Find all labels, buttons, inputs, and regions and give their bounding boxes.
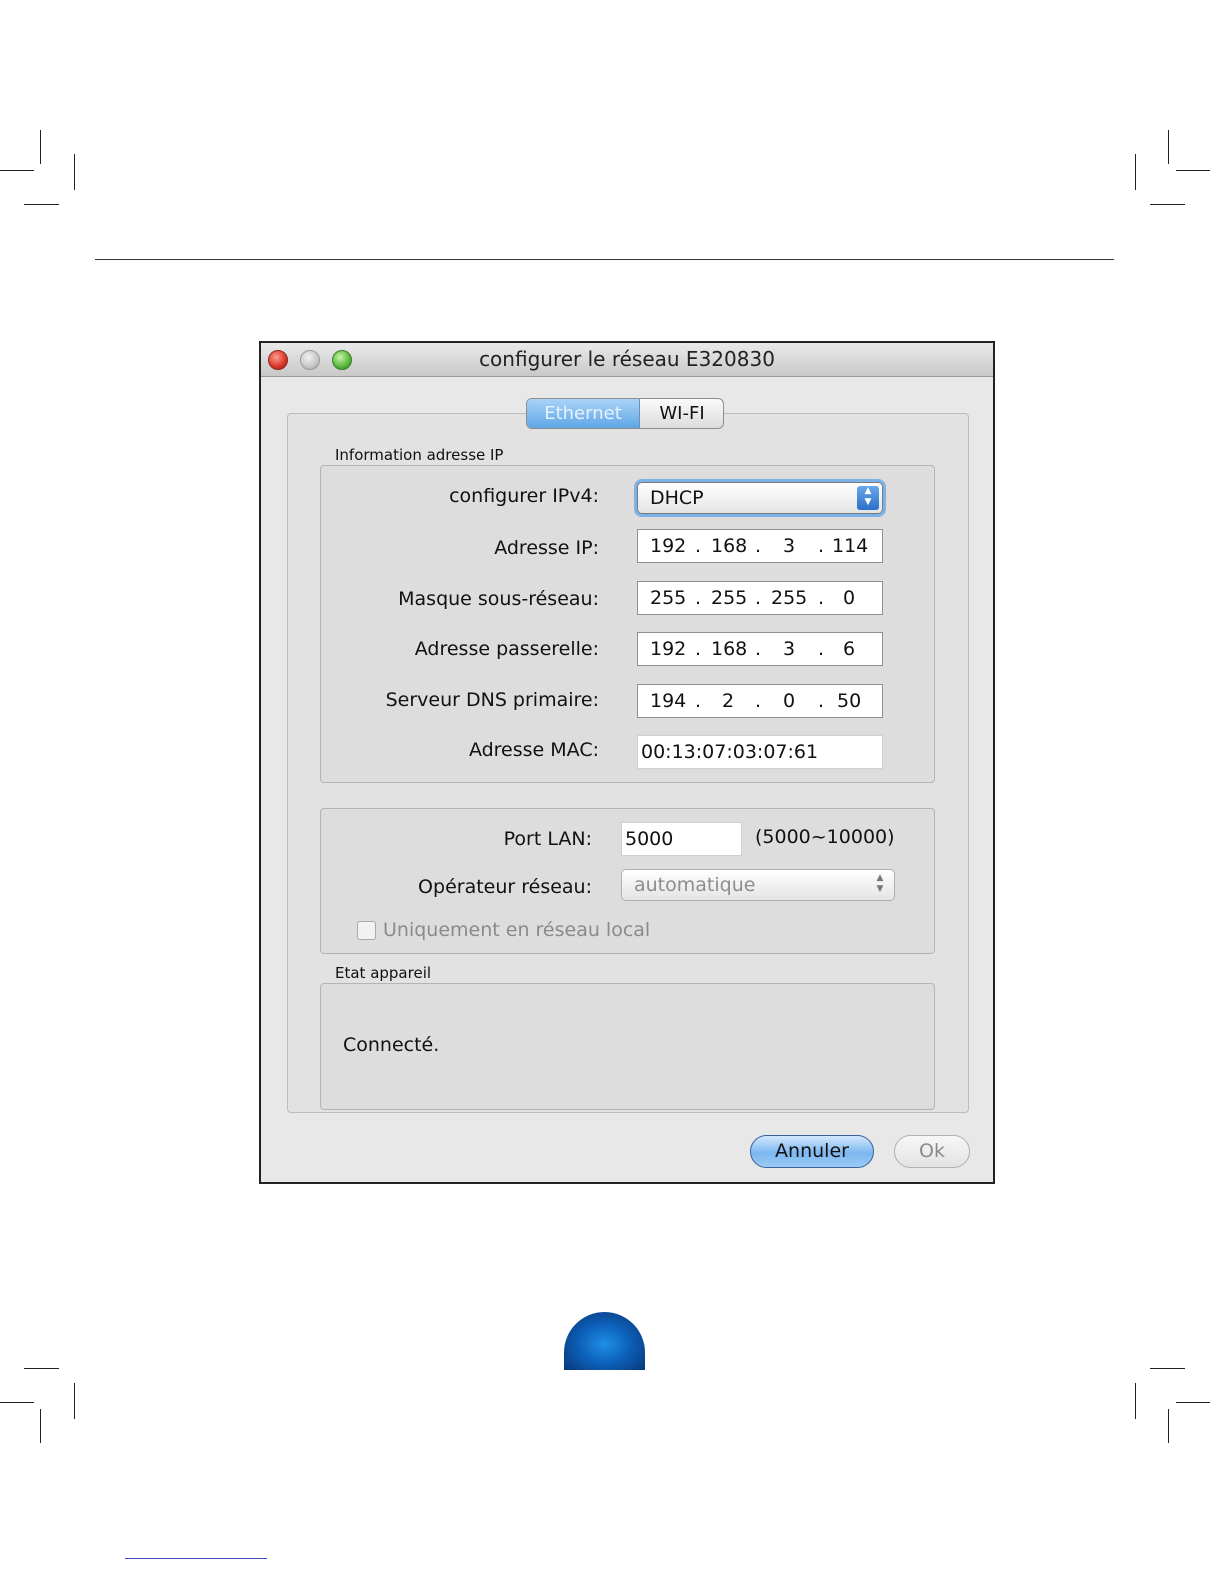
- crop-mark: [40, 130, 41, 164]
- gateway-octet: 192: [650, 638, 687, 660]
- mac-address-field[interactable]: 00:13:07:03:07:61: [637, 735, 883, 769]
- ok-button[interactable]: Ok: [894, 1135, 970, 1168]
- select-arrows-icon: ▲ ▼: [857, 486, 879, 510]
- gateway-octet: 6: [843, 638, 856, 660]
- ipv4-label: configurer IPv4:: [449, 485, 599, 507]
- mask-octet: 255: [650, 587, 687, 609]
- gateway-octet: 3: [783, 638, 796, 660]
- cancel-button[interactable]: Annuler: [750, 1135, 874, 1168]
- gateway-field[interactable]: 192 . 168 . 3 . 6: [637, 632, 883, 666]
- crop-mark: [1176, 170, 1210, 171]
- octet-separator: .: [695, 638, 702, 660]
- crop-mark: [1135, 154, 1136, 190]
- ip-address-label: Adresse IP:: [494, 537, 599, 559]
- mask-octet: 255: [771, 587, 808, 609]
- crop-mark: [24, 1368, 59, 1369]
- local-only-label: Uniquement en réseau local: [383, 919, 651, 941]
- dns-octet: 50: [837, 690, 862, 712]
- mask-octet: 255: [711, 587, 748, 609]
- octet-separator: .: [755, 690, 762, 712]
- crop-mark: [1176, 1402, 1210, 1403]
- crop-mark: [40, 1409, 41, 1443]
- crop-mark: [24, 204, 59, 205]
- ip-octet: 168: [711, 535, 748, 557]
- octet-separator: .: [695, 587, 702, 609]
- octet-separator: .: [755, 587, 762, 609]
- tab-ethernet[interactable]: Ethernet: [527, 399, 640, 428]
- local-only-checkbox[interactable]: [357, 921, 376, 940]
- crop-mark: [1150, 1368, 1185, 1369]
- octet-separator: .: [818, 638, 825, 660]
- device-status-text: Connecté.: [343, 1034, 440, 1056]
- ip-info-group-label: Information adresse IP: [335, 446, 504, 464]
- network-operator-label: Opérateur réseau:: [418, 876, 592, 898]
- crop-mark: [0, 1402, 34, 1403]
- crop-mark: [1168, 130, 1169, 164]
- crop-mark: [1150, 204, 1185, 205]
- octet-separator: .: [818, 690, 825, 712]
- title-bar[interactable]: configurer le réseau E320830: [261, 343, 993, 377]
- crop-mark: [0, 170, 34, 171]
- octet-separator: .: [755, 535, 762, 557]
- dns-field[interactable]: 194 . 2 . 0 . 50: [637, 684, 883, 718]
- octet-separator: .: [695, 690, 702, 712]
- crop-mark: [1168, 1409, 1169, 1443]
- crop-mark: [74, 1383, 75, 1419]
- dns-label: Serveur DNS primaire:: [385, 689, 599, 711]
- network-operator-value: automatique: [634, 874, 756, 896]
- octet-separator: .: [818, 535, 825, 557]
- page-ornament: [564, 1312, 645, 1370]
- subnet-mask-label: Masque sous-réseau:: [398, 588, 599, 610]
- ipv4-config-select[interactable]: DHCP ▲ ▼: [637, 482, 883, 514]
- subnet-mask-field[interactable]: 255 . 255 . 255 . 0: [637, 581, 883, 615]
- octet-separator: .: [818, 587, 825, 609]
- ipv4-config-value: DHCP: [650, 487, 704, 509]
- mask-octet: 0: [843, 587, 856, 609]
- ip-octet: 3: [783, 535, 796, 557]
- network-operator-select[interactable]: automatique ▲ ▼: [621, 869, 895, 901]
- header-rule: [95, 259, 1114, 260]
- lan-port-input[interactable]: 5000: [621, 822, 742, 856]
- ip-octet: 114: [832, 535, 869, 557]
- device-status-group-label: Etat appareil: [335, 964, 432, 982]
- window-title: configurer le réseau E320830: [479, 347, 775, 371]
- octet-separator: .: [695, 535, 702, 557]
- dns-octet: 194: [650, 690, 687, 712]
- lan-port-range: (5000~10000): [755, 826, 895, 848]
- gateway-label: Adresse passerelle:: [414, 638, 599, 660]
- footer-rule: [125, 1558, 267, 1559]
- dns-octet: 0: [783, 690, 796, 712]
- network-config-window: configurer le réseau E320830 Ethernet WI…: [259, 341, 995, 1184]
- ip-address-field[interactable]: 192 . 168 . 3 . 114: [637, 529, 883, 563]
- gateway-octet: 168: [711, 638, 748, 660]
- crop-mark: [74, 154, 75, 190]
- ip-octet: 192: [650, 535, 687, 557]
- select-arrows-icon: ▲ ▼: [876, 873, 884, 894]
- mac-label: Adresse MAC:: [468, 739, 599, 761]
- lan-port-label: Port LAN:: [503, 828, 592, 850]
- octet-separator: .: [755, 638, 762, 660]
- crop-mark: [1135, 1383, 1136, 1419]
- tab-bar: Ethernet WI-FI: [526, 398, 724, 429]
- tab-wifi[interactable]: WI-FI: [640, 399, 723, 428]
- dns-octet: 2: [722, 690, 735, 712]
